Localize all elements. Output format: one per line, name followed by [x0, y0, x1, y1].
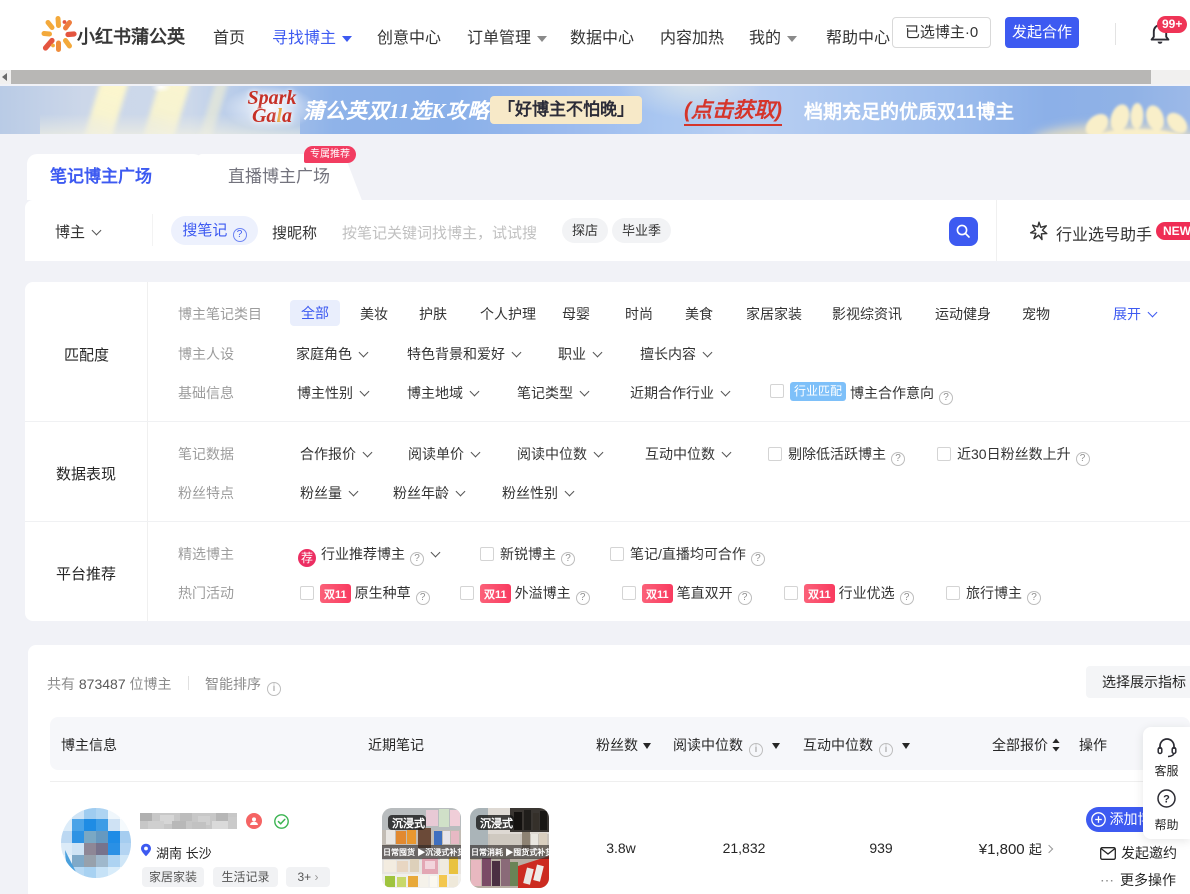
svg-text:?: ? — [1163, 794, 1170, 806]
